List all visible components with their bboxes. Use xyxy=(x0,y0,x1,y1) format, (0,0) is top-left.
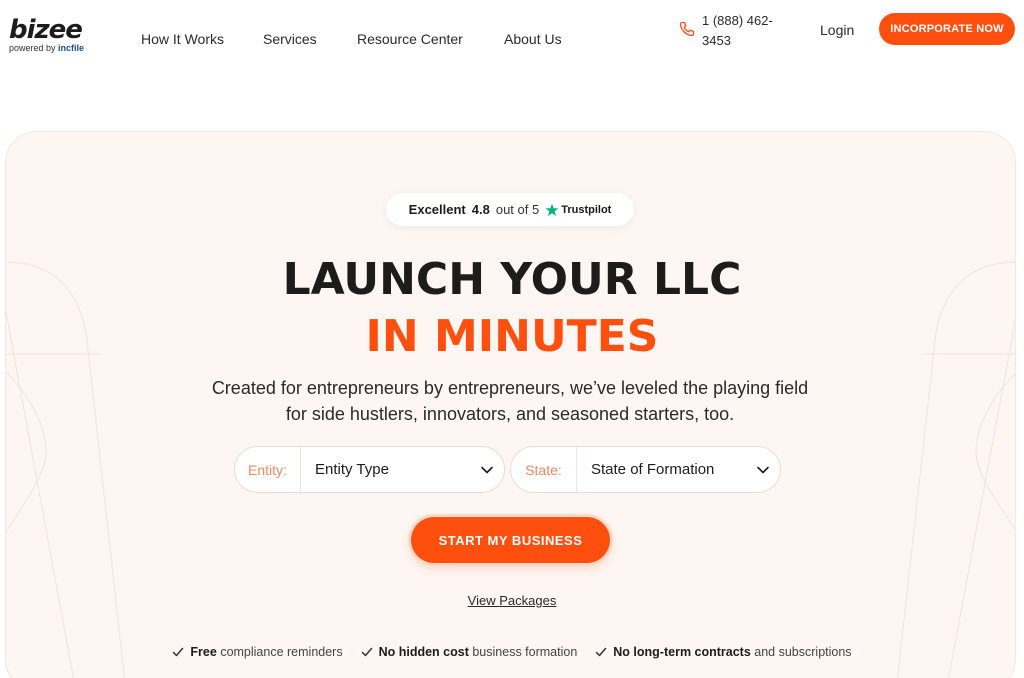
nav-about-us[interactable]: About Us xyxy=(504,31,562,47)
chevron-down-icon xyxy=(746,447,780,492)
entity-select-value: Entity Type xyxy=(315,461,389,478)
entity-select-label: Entity: xyxy=(235,447,301,492)
nav-how-it-works[interactable]: How It Works xyxy=(141,31,224,47)
brand-name: bizee xyxy=(9,15,83,45)
feature-item: Free compliance reminders xyxy=(172,645,343,659)
trustpilot-out-of: out of 5 xyxy=(495,202,540,217)
feature-item: No hidden cost business formation xyxy=(361,645,577,659)
state-select-value: State of Formation xyxy=(591,461,715,478)
chevron-down-icon xyxy=(470,447,504,492)
nav-resource-center[interactable]: Resource Center xyxy=(357,31,463,47)
view-packages-link[interactable]: View Packages xyxy=(0,593,1024,608)
star-icon xyxy=(545,203,559,216)
check-icon xyxy=(596,647,607,657)
state-of-formation-select[interactable]: State: State of Formation xyxy=(510,446,781,493)
check-icon xyxy=(361,647,372,657)
phone-number-link[interactable]: 1 (888) 462-3453 xyxy=(702,11,792,51)
hero-title-line2: IN MINUTES xyxy=(365,311,659,362)
check-icon xyxy=(173,647,184,657)
hero-subtitle: Created for entrepreneurs by entrepreneu… xyxy=(211,378,809,424)
trustpilot-logo: Trustpilot xyxy=(545,203,611,217)
start-my-business-button[interactable]: START MY BUSINESS xyxy=(411,517,610,563)
feature-list: Free compliance reminders No hidden cost… xyxy=(0,645,1024,659)
login-link[interactable]: Login xyxy=(820,22,854,38)
brand-logo[interactable]: bizee powered by incfile xyxy=(9,16,99,53)
entity-type-select[interactable]: Entity: Entity Type xyxy=(234,446,505,493)
nav-services[interactable]: Services xyxy=(263,31,317,47)
trustpilot-rating-word: Excellent xyxy=(408,202,466,217)
feature-item: No long-term contracts and subscriptions xyxy=(595,645,852,659)
brand-powered-by: powered by incfile xyxy=(9,43,85,53)
trustpilot-score: 4.8 xyxy=(471,202,490,217)
state-select-label: State: xyxy=(511,447,577,492)
trustpilot-badge[interactable]: Excellent 4.8 out of 5 Trustpilot xyxy=(386,193,634,226)
incorporate-now-button[interactable]: INCORPORATE NOW xyxy=(879,13,1015,45)
hero-title-line1: LAUNCH YOUR LLC xyxy=(282,254,742,305)
phone-icon xyxy=(679,21,695,37)
